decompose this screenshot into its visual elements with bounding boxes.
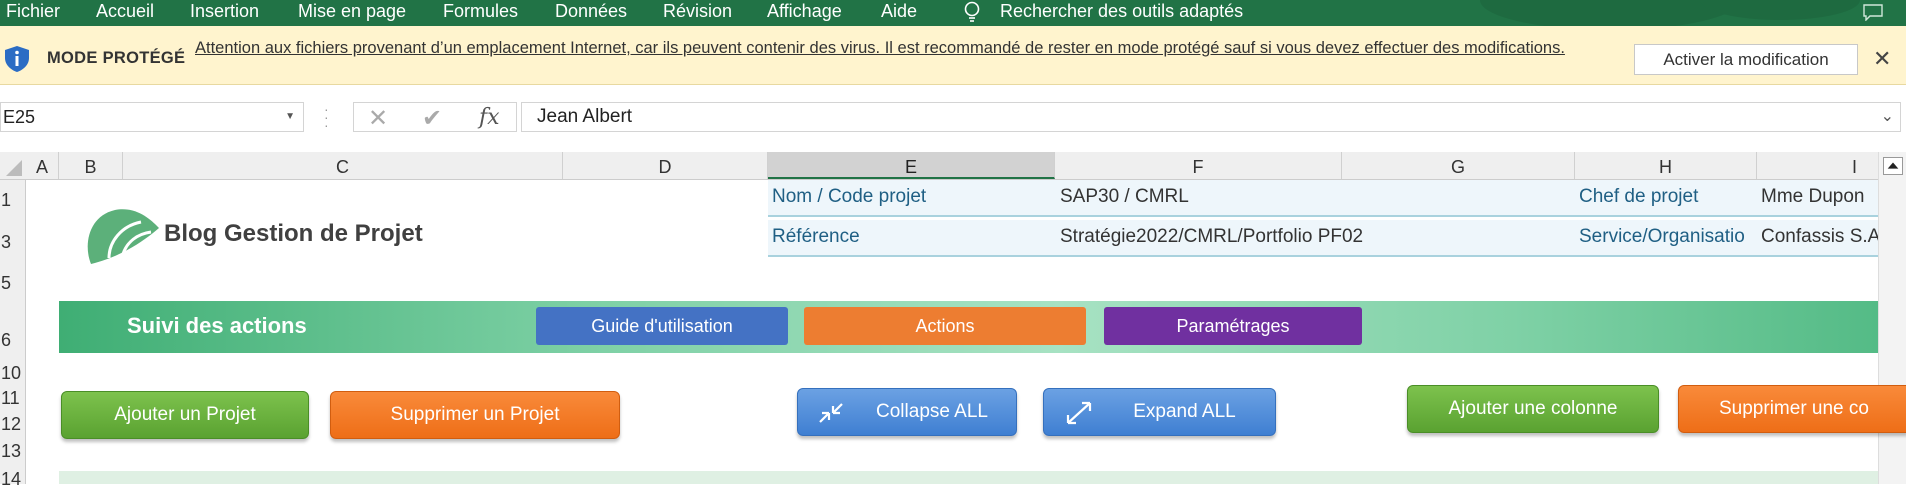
reference-label[interactable]: Référence — [768, 220, 1056, 257]
logo-text: Blog Gestion de Projet — [164, 220, 423, 247]
column-header-a[interactable]: A — [26, 152, 59, 179]
formula-buttons: ✕ ✔ fx — [353, 102, 517, 132]
column-header-g[interactable]: G — [1342, 152, 1575, 179]
section-banner: Suivi des actions Guide d'utilisation Ac… — [59, 301, 1878, 353]
name-box-value: E25 — [3, 107, 36, 127]
enable-editing-button[interactable]: Activer la modification — [1634, 44, 1858, 75]
row-header-13[interactable]: 13 — [0, 441, 26, 462]
expand-formula-icon[interactable]: ⌄ — [1881, 103, 1894, 131]
vertical-scrollbar[interactable] — [1878, 152, 1906, 484]
cancel-icon[interactable]: ✕ — [368, 104, 388, 133]
chevron-down-icon[interactable]: ▼ — [285, 103, 295, 131]
lightbulb-icon — [964, 1, 980, 22]
tab-fichier[interactable]: Fichier — [6, 1, 60, 22]
column-headers: A B C D E F G H I — [0, 152, 1878, 180]
column-header-h[interactable]: H — [1575, 152, 1757, 179]
actions-button[interactable]: Actions — [804, 307, 1086, 345]
tab-revision[interactable]: Révision — [663, 1, 732, 22]
remove-project-button[interactable]: Supprimer un Projet — [330, 391, 620, 439]
comment-icon[interactable] — [1862, 3, 1884, 21]
row-header-11[interactable]: 11 — [0, 388, 26, 409]
ribbon-tab-bar: Fichier Accueil Insertion Mise en page F… — [0, 0, 1906, 30]
remove-column-button[interactable]: Supprimer une co — [1678, 385, 1906, 433]
guide-button[interactable]: Guide d'utilisation — [536, 307, 788, 345]
tab-donnees[interactable]: Données — [555, 1, 627, 22]
close-icon[interactable]: ✕ — [1873, 46, 1891, 71]
reference-value[interactable]: Stratégie2022/CMRL/Portfolio PF02 — [1056, 220, 1575, 257]
project-label[interactable]: Nom / Code projet — [768, 180, 1056, 217]
worksheet-grid[interactable]: Blog Gestion de Projet Nom / Code projet… — [26, 180, 1906, 484]
select-all-corner[interactable] — [0, 152, 26, 179]
project-value[interactable]: SAP30 / CMRL — [1056, 180, 1598, 217]
drag-handle-icon[interactable]: · · · — [324, 102, 330, 132]
protected-mode-message[interactable]: Attention aux fichiers provenant d’un em… — [195, 37, 1575, 60]
expand-icon — [1066, 401, 1092, 425]
row-headers: 1 3 5 6 10 11 12 13 14 — [0, 180, 26, 489]
service-value[interactable]: Confassis S.A — [1757, 220, 1878, 257]
tab-aide[interactable]: Aide — [881, 1, 917, 22]
info-shield-icon — [5, 46, 29, 72]
ribbon-decoration — [1700, 0, 1860, 20]
row-header-14[interactable]: 14 — [0, 469, 26, 490]
enter-icon[interactable]: ✔ — [422, 104, 442, 133]
tab-insertion[interactable]: Insertion — [190, 1, 259, 22]
column-header-c[interactable]: C — [123, 152, 563, 179]
tab-affichage[interactable]: Affichage — [767, 1, 842, 22]
name-box[interactable]: E25 ▼ — [0, 102, 304, 132]
collapse-all-label: Collapse ALL — [876, 401, 988, 422]
row-header-1[interactable]: 1 — [0, 190, 26, 211]
formula-value: Jean Albert — [537, 106, 633, 127]
column-header-b[interactable]: B — [59, 152, 123, 179]
expand-all-label: Expand ALL — [1133, 401, 1236, 422]
protected-mode-title: MODE PROTÉGÉ — [47, 49, 186, 67]
table-header-row — [59, 471, 1878, 484]
collapse-icon — [819, 403, 843, 423]
column-header-f[interactable]: F — [1055, 152, 1342, 179]
settings-button[interactable]: Paramétrages — [1104, 307, 1362, 345]
column-header-d[interactable]: D — [563, 152, 768, 179]
column-header-e[interactable]: E — [768, 152, 1055, 179]
formula-bar: E25 ▼ · · · ✕ ✔ fx Jean Albert ⌄ — [0, 85, 1906, 148]
row-header-5[interactable]: 5 — [0, 273, 26, 294]
tab-formules[interactable]: Formules — [443, 1, 518, 22]
fx-icon[interactable]: fx — [479, 105, 500, 130]
collapse-all-button[interactable]: Collapse ALL — [797, 388, 1017, 436]
add-column-button[interactable]: Ajouter une colonne — [1407, 385, 1659, 433]
tab-accueil[interactable]: Accueil — [96, 1, 154, 22]
row-header-3[interactable]: 3 — [0, 232, 26, 253]
tab-mise-en-page[interactable]: Mise en page — [298, 1, 406, 22]
add-project-button[interactable]: Ajouter un Projet — [61, 391, 309, 439]
row-header-10[interactable]: 10 — [0, 363, 26, 384]
protected-view-bar: MODE PROTÉGÉ Attention aux fichiers prov… — [0, 26, 1906, 85]
manager-value[interactable]: Mme Dupon — [1757, 180, 1878, 217]
manager-label[interactable]: Chef de projet — [1575, 180, 1757, 217]
row-header-6[interactable]: 6 — [0, 330, 26, 351]
banner-title: Suivi des actions — [127, 313, 307, 338]
service-label[interactable]: Service/Organisatio — [1575, 220, 1757, 257]
tell-me-search[interactable]: Rechercher des outils adaptés — [1000, 1, 1243, 22]
formula-input[interactable]: Jean Albert ⌄ — [521, 102, 1901, 132]
expand-all-button[interactable]: Expand ALL — [1043, 388, 1276, 436]
row-header-12[interactable]: 12 — [0, 414, 26, 435]
scroll-up-icon[interactable] — [1883, 157, 1903, 175]
